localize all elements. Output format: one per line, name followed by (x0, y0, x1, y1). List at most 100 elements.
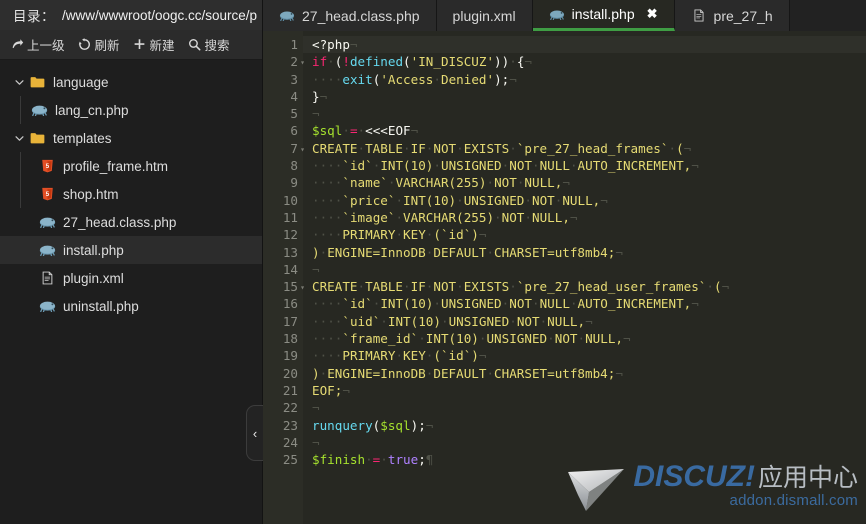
tree-item-label: plugin.xml (63, 270, 124, 286)
file-toolbar: 上一级 刷新 新建 搜索 (0, 30, 262, 60)
line-number: 16 (282, 296, 298, 312)
php-file-icon (38, 241, 57, 259)
folder-icon (28, 129, 47, 147)
arrow-up-level-icon (10, 38, 24, 52)
search-icon (188, 38, 202, 52)
code-line: ¬ (312, 261, 320, 277)
tree-item-shop-htm[interactable]: 5 shop.htm (0, 180, 262, 208)
line-number: 9 (290, 175, 298, 191)
tree-item-label: shop.htm (63, 186, 119, 202)
code-line: ····`image`·VARCHAR(255)·NOT·NULL,¬ (312, 209, 578, 225)
code-line: EOF;¬ (312, 382, 350, 398)
chevron-down-icon[interactable] (10, 73, 28, 91)
close-icon[interactable]: ✖ (647, 6, 658, 22)
line-number: 19 (282, 348, 298, 364)
code-content[interactable]: <?php¬ if·(!defined('IN_DISCUZ'))·{¬ ····e… (303, 31, 866, 524)
php-file-icon (30, 101, 49, 119)
line-number: 14 (282, 261, 298, 277)
line-number: 2 ▾ (263, 53, 305, 71)
tree-item-language[interactable]: language (0, 68, 262, 96)
code-line: ····PRIMARY·KEY·(`id`)¬ (312, 227, 487, 243)
code-line: CREATE·TABLE·IF·NOT·EXISTS·`pre_27_head_… (312, 140, 692, 156)
tab-27-head-class-php[interactable]: 27_head.class.php (263, 0, 437, 31)
html-file-icon: 5 (38, 185, 57, 203)
directory-path-bar: 目录： /www/wwwroot/oogc.cc/source/p (0, 0, 262, 30)
code-area[interactable]: 1 2 ▾ 3 4 5 6 7 ▾ 8 9 10 11 12 13 14 15 ▾ 16 17 18 19 20 21 22 23… (263, 31, 866, 524)
search-label: 搜索 (204, 39, 230, 53)
line-number: 6 (290, 123, 298, 139)
tab-label: 27_head.class.php (302, 7, 420, 24)
line-number: 5 (290, 106, 298, 122)
sidebar-collapse-handle[interactable]: ‹ (246, 405, 263, 461)
line-number: 13 (282, 244, 298, 260)
line-number: 4 (290, 88, 298, 104)
line-number: 22 (282, 400, 298, 416)
line-number: 3 (290, 71, 298, 87)
code-line: ····exit('Access·Denied');¬ (312, 71, 517, 87)
line-number: 20 (282, 365, 298, 381)
code-line: ····`name`·VARCHAR(255)·NOT·NULL,¬ (312, 175, 570, 191)
code-line: runquery($sql);¬ (312, 417, 434, 433)
line-number: 7 ▾ (263, 140, 305, 158)
tree-item-label: lang_cn.php (55, 102, 129, 118)
tree-item-uninstall-php[interactable]: uninstall.php (0, 292, 262, 320)
fold-toggle-icon[interactable]: ▾ (300, 141, 305, 158)
line-number-gutter: 1 2 ▾ 3 4 5 6 7 ▾ 8 9 10 11 12 13 14 15 ▾ 16 17 18 19 20 21 22 23… (263, 31, 305, 524)
tree-item-profile-frame-htm[interactable]: 5 profile_frame.htm (0, 152, 262, 180)
code-line: if·(!defined('IN_DISCUZ'))·{¬ (312, 54, 532, 70)
code-line: ····`id`·INT(10)·UNSIGNED·NOT·NULL·AUTO_… (312, 158, 699, 174)
line-number: 12 (282, 227, 298, 243)
tree-item-label: uninstall.php (63, 298, 139, 314)
tree-item-plugin-xml[interactable]: plugin.xml (0, 264, 262, 292)
code-line: ····PRIMARY·KEY·(`id`)¬ (312, 348, 487, 364)
line-number: 10 (282, 192, 298, 208)
tree-item-templates[interactable]: templates (0, 124, 262, 152)
tree-item-lang-cn-php[interactable]: lang_cn.php (0, 96, 262, 124)
line-number: 17 (282, 313, 298, 329)
new-file-button[interactable]: 新建 (133, 35, 175, 54)
tree-item-label: 27_head.class.php (63, 214, 177, 230)
folder-icon (28, 73, 47, 91)
php-icon (279, 9, 295, 23)
line-number: 8 (290, 158, 298, 174)
file-browser-sidebar: 目录： /www/wwwroot/oogc.cc/source/p 上一级 刷新 (0, 0, 263, 524)
tree-item-label: install.php (63, 242, 124, 258)
tab-install-php[interactable]: install.php ✖ (532, 0, 675, 31)
tab-label: install.php (571, 6, 635, 22)
line-number: 23 (282, 417, 298, 433)
tree-item-27-head-class-php[interactable]: 27_head.class.php (0, 208, 262, 236)
code-line: ¬ (312, 434, 320, 450)
up-level-label: 上一级 (27, 39, 65, 53)
fold-toggle-icon[interactable]: ▾ (300, 54, 305, 71)
refresh-icon (78, 38, 92, 52)
search-button[interactable]: 搜索 (188, 35, 230, 54)
up-level-button[interactable]: 上一级 (10, 35, 65, 54)
svg-text:5: 5 (46, 163, 50, 170)
code-line: ¬ (312, 400, 320, 416)
refresh-button[interactable]: 刷新 (78, 35, 120, 54)
refresh-label: 刷新 (94, 39, 120, 53)
code-line: CREATE·TABLE·IF·NOT·EXISTS·`pre_27_head_… (312, 279, 730, 295)
code-line: ····`uid`·INT(10)·UNSIGNED·NOT·NULL,¬ (312, 313, 593, 329)
fold-toggle-icon[interactable]: ▾ (300, 279, 305, 296)
php-icon (549, 7, 565, 21)
line-number: 11 (282, 209, 298, 225)
file-manager-app: 目录： /www/wwwroot/oogc.cc/source/p 上一级 刷新 (0, 0, 866, 524)
tab-label: plugin.xml (452, 7, 516, 24)
code-line: }¬ (312, 88, 328, 104)
chevron-down-icon[interactable] (10, 129, 28, 147)
code-line: ¬ (312, 106, 320, 122)
code-editor-pane: 27_head.class.php plugin.xml install.php… (263, 0, 866, 524)
line-number: 21 (282, 382, 298, 398)
tab-plugin-xml[interactable]: plugin.xml (436, 0, 533, 31)
html-file-icon: 5 (38, 157, 57, 175)
code-line: )·ENGINE=InnoDB·DEFAULT·CHARSET=utf8mb4;… (312, 244, 623, 260)
code-line: ····`price`·INT(10)·UNSIGNED·NOT·NULL,¬ (312, 192, 608, 208)
code-line: ····`id`·INT(10)·UNSIGNED·NOT·NULL·AUTO_… (312, 296, 699, 312)
tab-pre-27-h[interactable]: pre_27_h (674, 0, 790, 31)
svg-text:5: 5 (46, 191, 50, 198)
line-number: 1 (290, 37, 298, 52)
tree-item-label: profile_frame.htm (63, 158, 169, 174)
directory-path-value[interactable]: /www/wwwroot/oogc.cc/source/p (62, 8, 262, 23)
tree-item-install-php[interactable]: install.php (0, 236, 262, 264)
